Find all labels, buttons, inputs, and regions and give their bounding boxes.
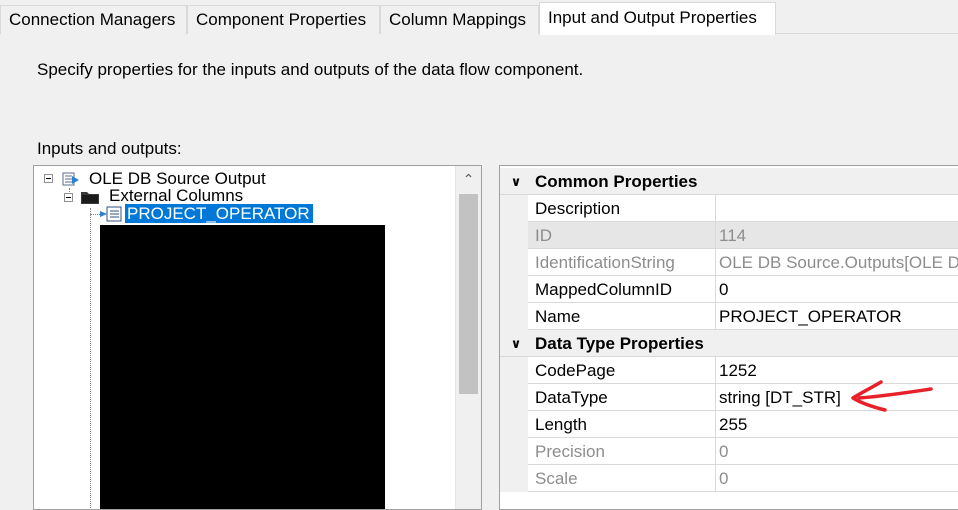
property-name: IdentificationString (528, 249, 716, 276)
category-label: Data Type Properties (535, 334, 704, 353)
row-gutter (500, 357, 528, 384)
row-gutter (500, 384, 528, 411)
row-gutter (500, 222, 528, 249)
collapse-external-columns-toggle[interactable] (64, 193, 73, 202)
chevron-down-icon[interactable]: ∨ (509, 168, 523, 195)
category-label: Common Properties (535, 172, 698, 191)
row-gutter (500, 276, 528, 303)
tree-node-selected-column-label: PROJECT_OPERATOR (125, 204, 313, 223)
property-row-scale[interactable]: Scale 0 (500, 465, 958, 492)
property-row-description[interactable]: Description (500, 195, 958, 222)
row-gutter (500, 411, 528, 438)
property-row-precision[interactable]: Precision 0 (500, 438, 958, 465)
tab-input-output-properties[interactable]: Input and Output Properties (539, 2, 776, 35)
property-name: Scale (528, 465, 716, 492)
property-value: OLE DB Source.Outputs[OLE D (716, 249, 958, 276)
property-row-mappedcolumnid[interactable]: MappedColumnID 0 (500, 276, 958, 303)
tree-node-external-columns[interactable]: External Columns (109, 187, 243, 205)
tree-vertical-scrollbar[interactable]: ⌃ (455, 166, 481, 509)
folder-icon (80, 189, 99, 205)
property-name: Description (528, 195, 716, 222)
tab-strip: Connection Managers Component Properties… (0, 0, 958, 35)
category-common-properties[interactable]: ∨ Common Properties (500, 168, 958, 195)
property-value: 0 (716, 465, 958, 492)
property-name: MappedColumnID (528, 276, 716, 303)
tree-connector (90, 214, 100, 215)
tab-column-mappings[interactable]: Column Mappings (380, 5, 539, 34)
collapse-root-toggle[interactable] (44, 174, 53, 183)
property-row-name[interactable]: Name PROJECT_OPERATOR (500, 303, 958, 330)
property-value: 114 (716, 222, 958, 249)
row-gutter (500, 438, 528, 465)
property-name: Precision (528, 438, 716, 465)
property-grid[interactable]: ∨ Common Properties Description ID 114 I… (499, 165, 958, 510)
tree-node-selected-column[interactable]: PROJECT_OPERATOR (125, 204, 313, 223)
property-row-id[interactable]: ID 114 (500, 222, 958, 249)
row-gutter (500, 303, 528, 330)
property-name: Name (528, 303, 716, 330)
red-arrow-annotation-icon (851, 380, 933, 412)
property-value[interactable]: 0 (716, 276, 958, 303)
property-name: ID (528, 222, 716, 249)
row-gutter (500, 249, 528, 276)
tree-node-external-columns-label: External Columns (109, 186, 244, 205)
tree-connector (90, 208, 91, 508)
tab-component-properties[interactable]: Component Properties (187, 5, 380, 34)
property-name: CodePage (528, 357, 716, 384)
row-gutter (500, 465, 528, 492)
scroll-thumb[interactable] (459, 194, 478, 394)
property-row-identificationstring[interactable]: IdentificationString OLE DB Source.Outpu… (500, 249, 958, 276)
tab-connection-managers[interactable]: Connection Managers (0, 5, 187, 34)
inputs-outputs-label: Inputs and outputs: (37, 139, 182, 158)
property-value: 0 (716, 438, 958, 465)
property-value[interactable] (716, 195, 958, 222)
redacted-region (100, 225, 385, 509)
chevron-down-icon[interactable]: ∨ (509, 330, 523, 357)
property-name: Length (528, 411, 716, 438)
category-data-type-properties[interactable]: ∨ Data Type Properties (500, 330, 958, 357)
page-description: Specify properties for the inputs and ou… (37, 60, 584, 79)
row-gutter (500, 195, 528, 222)
property-value[interactable]: PROJECT_OPERATOR (716, 303, 958, 330)
output-icon (62, 171, 80, 187)
property-name: DataType (528, 384, 716, 411)
column-icon (100, 206, 122, 222)
scroll-up-arrow-icon[interactable]: ⌃ (456, 166, 481, 192)
inputs-outputs-tree[interactable]: OLE DB Source Output External Columns PR… (33, 165, 482, 510)
